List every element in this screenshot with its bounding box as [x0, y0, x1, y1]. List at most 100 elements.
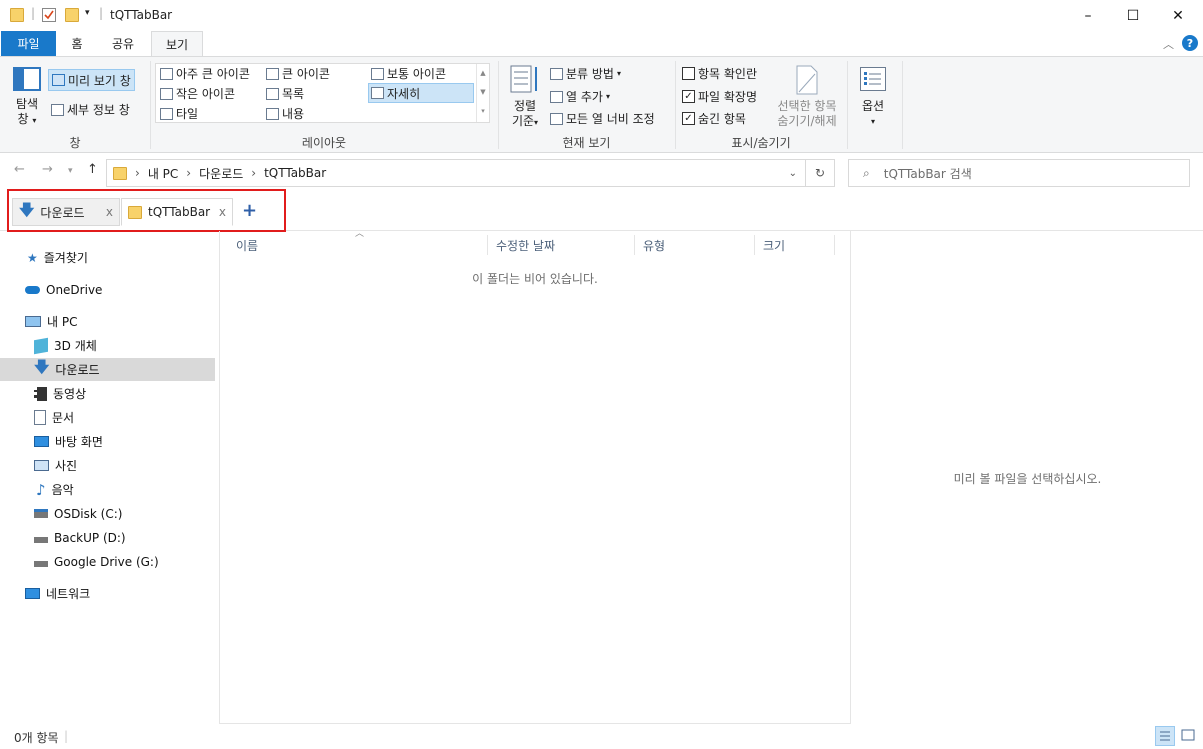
nav-quick-access[interactable]: ★ 즐겨찾기	[0, 246, 215, 269]
maximize-button[interactable]: ☐	[1110, 0, 1156, 31]
properties-icon[interactable]	[42, 8, 56, 22]
address-bar[interactable]: › 내 PC › 다운로드 › tQTTabBar ⌄	[106, 159, 806, 187]
collapse-ribbon-icon[interactable]: ︿	[1163, 36, 1174, 52]
hide-selected-button[interactable]: 선택한 항목 숨기기/해제	[772, 99, 842, 129]
separator: |	[31, 6, 36, 20]
empty-folder-message: 이 폴더는 비어 있습니다.	[472, 272, 598, 286]
help-icon[interactable]: ?	[1182, 35, 1198, 51]
navigation-pane-button[interactable]: 탐색 창 ▾	[12, 97, 42, 128]
column-header-date[interactable]: 수정한 날짜	[488, 235, 635, 255]
breadcrumb-chevron-icon[interactable]: ›	[135, 166, 140, 180]
layout-tiles[interactable]: 타일	[160, 105, 198, 122]
address-dropdown-icon[interactable]: ⌄	[789, 168, 797, 179]
nav-backup[interactable]: BackUP (D:)	[0, 526, 215, 549]
column-header-type[interactable]: 유형	[635, 235, 755, 255]
minimize-button[interactable]: –	[1065, 0, 1111, 31]
tab-share[interactable]: 공유	[103, 31, 143, 56]
breadcrumb-chevron-icon[interactable]: ›	[251, 166, 256, 180]
nav-music[interactable]: ♪ 음악	[0, 478, 215, 501]
preview-pane-label: 미리 보기 창	[68, 73, 131, 88]
group-by-label: 분류 방법	[566, 67, 614, 81]
folder-icon	[113, 166, 127, 180]
breadcrumb-downloads[interactable]: 다운로드	[199, 165, 243, 182]
layout-large-icons[interactable]: 큰 아이콘	[266, 65, 330, 82]
back-icon[interactable]: ←	[14, 162, 25, 177]
breadcrumb-this-pc[interactable]: 내 PC	[148, 165, 178, 182]
fit-columns-icon	[550, 112, 563, 125]
nav-downloads[interactable]: 🡇 다운로드	[0, 358, 215, 381]
nav-google-drive[interactable]: Google Drive (G:)	[0, 550, 215, 573]
tab-view[interactable]: 보기	[151, 31, 203, 56]
nav-documents[interactable]: 문서	[0, 406, 215, 429]
layout-label: 작은 아이콘	[176, 87, 236, 101]
nav-label: 바탕 화면	[55, 435, 103, 449]
list-icon	[266, 87, 279, 100]
sort-label-2: 기준	[511, 114, 535, 128]
chevron-down-icon: ▾	[534, 118, 539, 127]
tab-home[interactable]: 홈	[62, 31, 92, 56]
options-icon	[860, 67, 886, 91]
details-pane-icon	[51, 103, 64, 116]
item-checkboxes-toggle[interactable]: 항목 확인란	[682, 65, 757, 82]
large-icons-view-button[interactable]	[1179, 726, 1199, 746]
group-label-current-view: 현재 보기	[562, 136, 611, 150]
column-header-name[interactable]: 이름	[228, 235, 488, 255]
hidden-items-toggle[interactable]: ✓ 숨긴 항목	[682, 110, 746, 127]
layout-details[interactable]: 자세히	[368, 83, 474, 103]
layout-small-icons[interactable]: 작은 아이콘	[160, 85, 235, 102]
tab-file[interactable]: 파일	[1, 31, 56, 56]
recent-locations-icon[interactable]: ▾	[68, 166, 73, 176]
add-columns-button[interactable]: 열 추가 ▾	[550, 88, 610, 105]
details-view-button[interactable]	[1155, 726, 1175, 746]
layout-content[interactable]: 내용	[266, 105, 304, 122]
preview-pane-message: 미리 볼 파일을 선택하십시오.	[953, 472, 1102, 486]
nav-videos[interactable]: 동영상	[0, 382, 215, 405]
new-folder-icon[interactable]	[65, 8, 79, 22]
layout-extra-large-icons[interactable]: 아주 큰 아이콘	[160, 65, 250, 82]
download-arrow-icon: 🡇	[34, 358, 50, 376]
nav-onedrive[interactable]: OneDrive	[0, 278, 215, 301]
group-by-button[interactable]: 분류 방법 ▾	[550, 65, 621, 82]
nav-osdisk[interactable]: OSDisk (C:)	[0, 502, 215, 525]
group-label-show-hide: 표시/숨기기	[731, 136, 791, 150]
column-header-size[interactable]: 크기	[755, 235, 835, 255]
medium-icons-icon	[371, 67, 384, 80]
picture-icon	[34, 460, 49, 471]
add-columns-icon	[550, 90, 563, 103]
nav-label: 동영상	[53, 387, 87, 401]
file-extensions-toggle[interactable]: ✓ 파일 확장명	[682, 88, 757, 105]
checkbox-checked[interactable]: ✓	[682, 112, 695, 125]
layout-list[interactable]: 목록	[266, 85, 304, 102]
folder-icon	[10, 8, 24, 22]
search-placeholder: tQTTabBar 검색	[883, 166, 972, 181]
fit-columns-button[interactable]: 모든 열 너비 조정	[550, 110, 655, 127]
nav-network[interactable]: 네트워크	[0, 582, 215, 605]
search-input[interactable]: ⌕ tQTTabBar 검색	[848, 159, 1190, 187]
details-pane-button[interactable]: 세부 정보 창	[51, 101, 130, 118]
nav-pictures[interactable]: 사진	[0, 454, 215, 477]
checkbox-checked[interactable]: ✓	[682, 90, 695, 103]
layout-label: 목록	[282, 87, 305, 101]
quick-access-dropdown-icon[interactable]: ▾	[85, 8, 90, 18]
up-icon[interactable]: ↑	[87, 162, 98, 177]
sort-by-button[interactable]: 정렬 기준▾	[507, 99, 543, 130]
preview-pane-button[interactable]: 미리 보기 창	[48, 69, 135, 91]
nav-desktop[interactable]: 바탕 화면	[0, 430, 215, 453]
breadcrumb-current[interactable]: tQTTabBar	[264, 166, 326, 180]
nav-3d-objects[interactable]: 3D 개체	[0, 334, 215, 357]
options-button[interactable]: 옵션 ▾	[852, 99, 894, 129]
hidden-items-label: 숨긴 항목	[698, 112, 746, 126]
nav-this-pc[interactable]: 내 PC	[0, 310, 215, 333]
layout-medium-icons[interactable]: 보통 아이콘	[371, 65, 446, 82]
sort-label-1: 정렬	[513, 99, 537, 113]
refresh-button[interactable]: ↻	[806, 159, 835, 187]
nav-pane-label-2: 창	[17, 112, 29, 126]
breadcrumb-chevron-icon[interactable]: ›	[186, 166, 191, 180]
close-button[interactable]: ✕	[1155, 0, 1201, 31]
layout-label: 큰 아이콘	[282, 67, 330, 81]
small-icons-icon	[160, 87, 173, 100]
gallery-scroll[interactable]: ▲ ▼ ▾	[476, 64, 489, 122]
file-list[interactable]	[219, 231, 851, 724]
checkbox-unchecked[interactable]	[682, 67, 695, 80]
forward-icon[interactable]: →	[42, 162, 53, 177]
